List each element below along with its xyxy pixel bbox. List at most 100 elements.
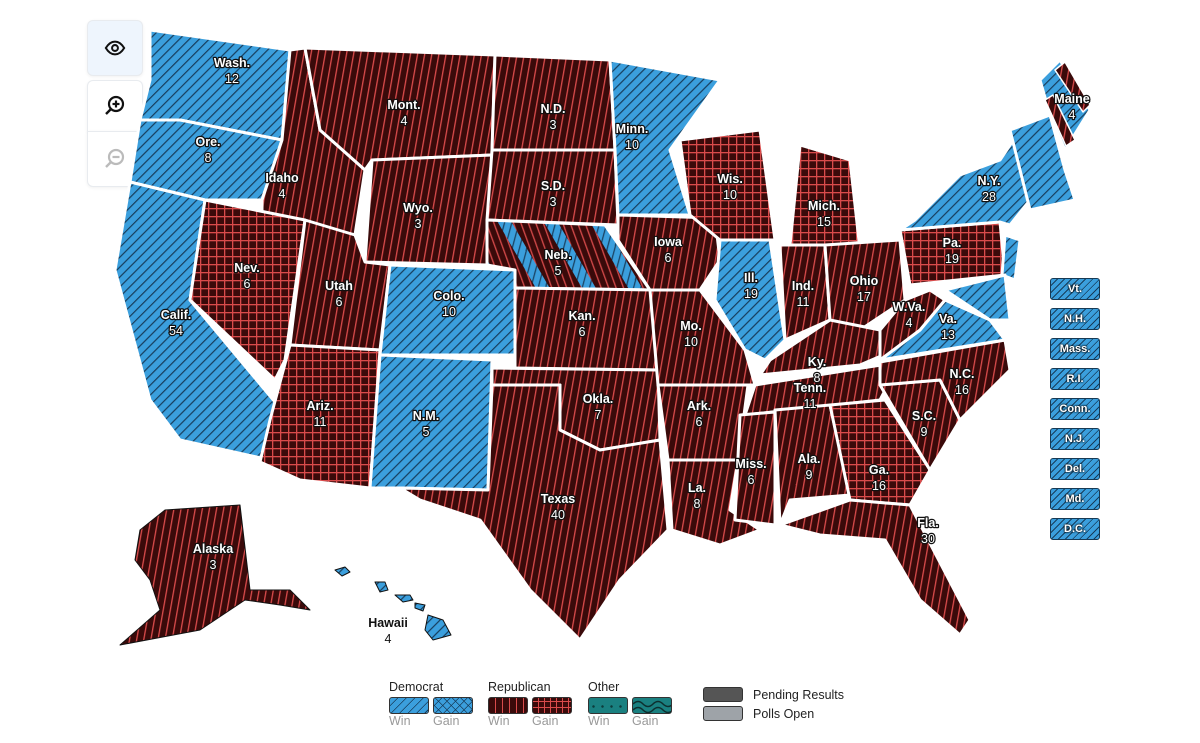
state-name: Texas [541,492,576,506]
state-name: N.Y. [978,174,1001,188]
electoral-votes: 11 [804,397,817,411]
legend-republican: Republican Win Gain [488,680,576,728]
dem-win-swatch [389,697,429,714]
electoral-votes: 40 [551,508,565,522]
state-name: Mich. [808,199,840,213]
electoral-votes: 30 [921,532,935,546]
small-state-box[interactable]: Md. [1050,488,1100,510]
state-alaska [119,504,311,646]
other-win-swatch [588,697,628,714]
state-name: Ind. [792,279,814,293]
state-name: Idaho [265,171,299,185]
polls-open-swatch [703,706,743,721]
rep-win-swatch [488,697,528,714]
state-name: W.Va. [893,300,926,314]
electoral-votes: 15 [817,215,831,229]
state-name: Wyo. [403,201,433,215]
state-name: Maine [1054,92,1089,106]
small-state-box[interactable]: Del. [1050,458,1100,480]
state-name: Ariz. [306,399,333,413]
polls-open-label: Polls Open [753,706,815,721]
small-state-box[interactable]: N.H. [1050,308,1100,330]
legend-title: Other [588,680,620,694]
state-name: Calif. [161,308,192,322]
electoral-votes: 4 [279,187,286,201]
state-name: N.C. [950,367,975,381]
electoral-votes: 3 [210,558,217,572]
legend-title: Republican [488,680,551,694]
legend-other: Other Win Gain [588,680,676,728]
state-name: Nev. [234,261,259,275]
state-name: Minn. [616,122,649,136]
electoral-votes: 11 [314,415,327,429]
state-name: Wash. [214,56,250,70]
small-state-box[interactable]: Conn. [1050,398,1100,420]
state-mich [788,143,862,252]
state-ny [898,128,1032,232]
electoral-votes: 8 [205,151,212,165]
electoral-votes: 3 [550,118,557,132]
state-name: Ga. [869,463,889,477]
state-name: Pa. [943,236,962,250]
electoral-votes: 13 [941,328,955,342]
electoral-votes: 54 [169,324,183,338]
electoral-votes: 28 [982,190,996,204]
small-state-box[interactable]: R.I. [1050,368,1100,390]
electoral-votes: 10 [442,305,456,319]
state-name: Mo. [680,319,702,333]
electoral-votes: 10 [684,335,698,349]
state-name: N.M. [413,409,439,423]
state-name: Ark. [687,399,711,413]
legend-win-label: Win [588,714,610,728]
legend-gain-label: Gain [632,714,659,728]
electoral-votes: 5 [555,264,562,278]
state-name: Ill. [744,271,758,285]
state-name: Kan. [568,309,595,323]
legend-democrat: Democrat Win Gain [389,680,477,728]
electoral-votes: 4 [401,114,408,128]
state-name: Neb. [544,248,571,262]
electoral-votes: 12 [225,72,239,86]
electoral-votes: 5 [423,425,430,439]
legend-pending: Pending Results [703,687,844,702]
pending-swatch [703,687,743,702]
small-state-box[interactable]: Mass. [1050,338,1100,360]
electoral-votes: 4 [385,632,392,646]
state-name: Hawaii [368,616,408,630]
electoral-votes: 4 [1069,108,1076,122]
state-label[interactable]: Hawaii 4 [368,616,408,646]
state-ark [656,383,750,462]
state-name: Miss. [735,457,766,471]
dem-gain-swatch [433,697,473,714]
state-name: Okla. [583,392,614,406]
small-state-box[interactable]: Vt. [1050,278,1100,300]
state-name: Fla. [917,516,939,530]
state-name: Alaska [193,542,234,556]
state-name: Colo. [433,289,464,303]
us-electoral-map: Wash.12Ore.8Calif.54Idaho4Nev.6Mont.4Wyo… [113,28,1092,646]
electoral-votes: 6 [244,277,251,291]
state-name: S.D. [541,179,565,193]
rep-gain-swatch [532,697,572,714]
state-name: S.C. [912,409,936,423]
state-name: Wis. [717,172,743,186]
legend-win-label: Win [389,714,411,728]
legend-gain-label: Gain [433,714,460,728]
pending-label: Pending Results [753,687,845,702]
electoral-votes: 3 [415,217,422,231]
state-kan [513,286,660,372]
electoral-votes: 8 [694,497,701,511]
electoral-votes: 3 [550,195,557,209]
small-state-box[interactable]: D.C. [1050,518,1100,540]
state-name: Ore. [195,135,220,149]
state-name: Iowa [654,235,683,249]
electoral-votes: 11 [797,295,810,309]
small-state-box[interactable]: N.J. [1050,428,1100,450]
electoral-votes: 4 [906,316,913,330]
state-name: Mont. [387,98,420,112]
electoral-votes: 19 [744,287,758,301]
electoral-votes: 10 [625,138,639,152]
state-name: Ohio [850,274,879,288]
legend-title: Democrat [389,680,444,694]
state-name: Ala. [798,452,821,466]
